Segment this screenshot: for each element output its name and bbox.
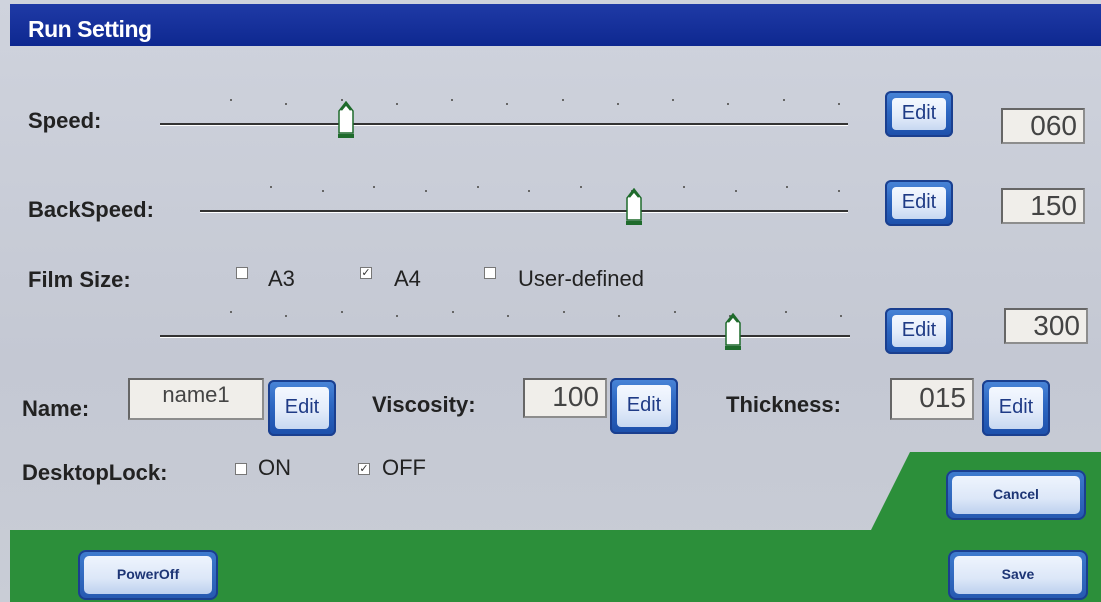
back-speed-label: BackSpeed: xyxy=(28,197,154,222)
desktop-lock-off-label: OFF xyxy=(382,455,426,480)
desktop-lock-label: DesktopLock: xyxy=(22,460,168,485)
back_speed-slider-tick xyxy=(321,190,324,192)
back_speed-slider-thumb[interactable] xyxy=(625,188,643,228)
film-size-edit-button[interactable]: Edit xyxy=(885,308,953,354)
film-size-a3-label: A3 xyxy=(268,266,295,291)
film_size-slider-tick xyxy=(285,315,288,317)
back_speed-slider-tick xyxy=(786,186,789,188)
speed-slider-tick xyxy=(727,103,730,105)
film-size-user-defined-checkbox[interactable] xyxy=(484,267,496,279)
back_speed-slider-tick xyxy=(270,186,272,188)
film_size-slider-tick xyxy=(451,311,454,313)
back_speed-slider-tick xyxy=(579,186,582,188)
speed-slider-tick xyxy=(561,99,564,101)
film_size-slider-tick xyxy=(507,315,510,317)
film-size-a3-checkbox[interactable] xyxy=(236,267,248,279)
back_speed-slider-tick xyxy=(373,186,376,188)
viscosity-label: Viscosity: xyxy=(372,392,476,417)
film_size-slider-thumb[interactable] xyxy=(724,313,742,353)
desktop-lock-off-checkbox[interactable]: ✓ xyxy=(358,463,370,475)
thickness-label: Thickness: xyxy=(726,392,841,417)
film_size-slider-tick xyxy=(562,311,565,313)
viscosity-value: 100 xyxy=(523,378,607,418)
speed-label: Speed: xyxy=(28,108,102,133)
film-size-value: 300 xyxy=(1004,308,1088,344)
window-title: Run Setting xyxy=(28,16,152,42)
speed-slider-tick xyxy=(506,103,509,105)
speed-value: 060 xyxy=(1001,108,1085,144)
back_speed-slider-tick xyxy=(476,186,479,188)
viscosity-edit-button[interactable]: Edit xyxy=(610,378,678,434)
speed-slider-track[interactable] xyxy=(160,123,848,126)
speed-slider-tick xyxy=(782,99,785,101)
film_size-slider-tick xyxy=(230,311,232,313)
speed-slider-tick xyxy=(838,103,840,105)
name-input[interactable]: name1 xyxy=(128,378,264,420)
film_size-slider-tick xyxy=(840,315,842,317)
speed-slider-tick xyxy=(672,99,675,101)
speed-slider-tick xyxy=(395,103,398,105)
film_size-slider-tick xyxy=(618,315,621,317)
speed-slider-tick xyxy=(285,103,288,105)
film_size-slider-track[interactable] xyxy=(160,335,850,338)
back_speed-slider-tick xyxy=(528,190,531,192)
back_speed-slider-tick xyxy=(683,186,686,188)
speed-slider-thumb[interactable] xyxy=(337,101,355,141)
name-edit-button[interactable]: Edit xyxy=(268,380,336,436)
name-label: Name: xyxy=(22,396,90,421)
speed-slider-tick xyxy=(230,99,232,101)
film_size-slider-tick xyxy=(396,315,399,317)
film_size-slider-tick xyxy=(673,311,676,313)
back_speed-slider-tick xyxy=(424,190,427,192)
back-speed-value: 150 xyxy=(1001,188,1085,224)
title-bar: Run Setting xyxy=(10,4,1101,46)
back_speed-slider-tick xyxy=(734,190,737,192)
power-off-button[interactable]: PowerOff xyxy=(78,550,218,600)
desktop-lock-on-label: ON xyxy=(258,455,291,480)
film-size-a4-checkbox[interactable]: ✓ xyxy=(360,267,372,279)
speed-edit-button[interactable]: Edit xyxy=(885,91,953,137)
speed-slider-tick xyxy=(451,99,454,101)
back-speed-edit-button[interactable]: Edit xyxy=(885,180,953,226)
thickness-edit-button[interactable]: Edit xyxy=(982,380,1050,436)
film_size-slider-tick xyxy=(784,311,787,313)
speed-slider-tick xyxy=(616,103,619,105)
run-setting-screen: Run Setting Speed: Edit 060 BackSpeed: E… xyxy=(0,0,1101,602)
film_size-slider-tick xyxy=(340,311,343,313)
thickness-value: 015 xyxy=(890,378,974,420)
back_speed-slider-tick xyxy=(838,190,840,192)
cancel-button[interactable]: Cancel xyxy=(946,470,1086,520)
desktop-lock-on-checkbox[interactable] xyxy=(235,463,247,475)
film-size-label: Film Size: xyxy=(28,267,131,292)
save-button[interactable]: Save xyxy=(948,550,1088,600)
film-size-user-defined-label: User-defined xyxy=(518,266,644,291)
film-size-a4-label: A4 xyxy=(394,266,421,291)
back_speed-slider-track[interactable] xyxy=(200,210,848,213)
